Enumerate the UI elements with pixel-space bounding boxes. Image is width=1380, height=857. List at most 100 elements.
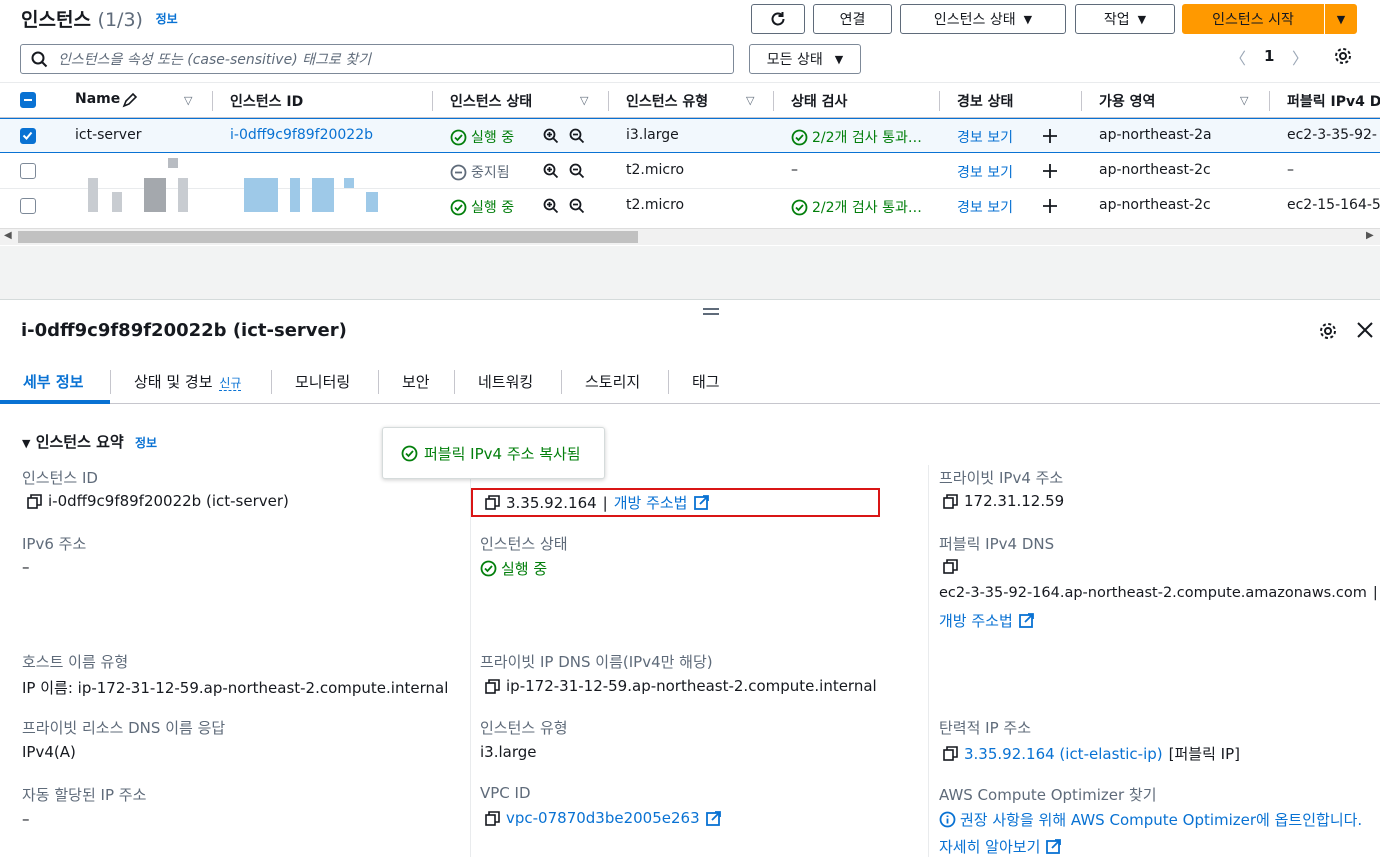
add-alarm-icon[interactable] (1042, 128, 1058, 144)
vpc-link[interactable]: vpc-07870d3be2005e263 (506, 809, 700, 827)
copy-icon[interactable] (943, 493, 958, 509)
column-divider[interactable] (773, 91, 774, 111)
edit-icon[interactable] (122, 92, 138, 108)
private-ip-text: 172.31.12.59 (964, 492, 1065, 510)
prev-page-icon[interactable]: 〈 (1230, 45, 1246, 69)
connect-label: 연결 (839, 12, 866, 28)
copy-icon[interactable] (485, 495, 500, 510)
copy-icon[interactable] (485, 810, 500, 826)
copy-icon[interactable] (943, 559, 958, 574)
sort-icon[interactable]: ▽ (184, 94, 192, 107)
tab-tags[interactable]: 태그 (692, 371, 720, 392)
tab-networking[interactable]: 네트워킹 (478, 371, 533, 392)
horizontal-scrollbar[interactable]: ◀ ▶ (0, 228, 1380, 245)
instance-type-value: i3.large (480, 743, 537, 761)
launch-instance-button[interactable]: 인스턴스 시작 (1182, 4, 1324, 34)
row-alarm-link[interactable]: 경보 보기 (957, 162, 1013, 182)
active-tab-indicator (0, 400, 110, 404)
close-icon[interactable] (1356, 321, 1374, 339)
col-instance-type[interactable]: 인스턴스 유형 (626, 91, 708, 111)
zoom-out-icon[interactable] (569, 163, 585, 179)
tab-details[interactable]: 세부 정보 (23, 371, 83, 392)
column-divider[interactable] (212, 91, 213, 111)
external-link-icon[interactable] (705, 810, 721, 826)
connect-button[interactable]: 연결 (813, 4, 892, 34)
zoom-out-icon[interactable] (569, 198, 585, 214)
actions-button[interactable]: 작업 ▼ (1075, 4, 1175, 34)
row-checkbox[interactable] (20, 198, 36, 214)
refresh-button[interactable] (751, 4, 805, 34)
elastic-ip-link[interactable]: 3.35.92.164 (ict-elastic-ip) (964, 745, 1163, 763)
scrollbar-thumb[interactable] (18, 231, 638, 243)
column-divider[interactable] (608, 91, 609, 111)
private-dns-text: ip-172-31-12-59.ap-northeast-2.compute.i… (506, 677, 877, 695)
gear-icon[interactable] (1333, 46, 1353, 66)
sort-icon[interactable]: ▽ (746, 94, 754, 107)
col-availability-zone[interactable]: 가용 영역 (1099, 91, 1155, 111)
copy-icon[interactable] (27, 493, 42, 509)
public-dns-text: ec2-3-35-92-164.ap-northeast-2.compute.a… (939, 585, 1367, 601)
tab-monitoring[interactable]: 모니터링 (295, 371, 350, 392)
column-divider[interactable] (432, 91, 433, 111)
external-link-icon[interactable] (693, 495, 709, 510)
row-alarm-link[interactable]: 경보 보기 (957, 197, 1013, 217)
caret-down-icon: ▼ (1137, 12, 1147, 26)
copy-icon[interactable] (485, 678, 500, 694)
select-all-checkbox[interactable] (20, 92, 36, 108)
col-public-dns[interactable]: 퍼블릭 IPv4 D (1287, 91, 1380, 111)
zoom-in-icon[interactable] (543, 198, 559, 214)
row-dns: – (1287, 162, 1294, 178)
instance-state-label: 인스턴스 상태 (933, 12, 1016, 28)
row-dns: ec2-3-35-92- (1287, 127, 1377, 143)
section-header[interactable]: ▼ 인스턴스 요약 정보 (22, 431, 157, 452)
search-icon (31, 51, 48, 67)
table-row[interactable]: ict-server i-0dff9c9f89f20022b 실행 중 i3.l… (0, 118, 1380, 153)
column-divider[interactable] (1269, 91, 1270, 111)
external-link-icon[interactable] (1018, 613, 1034, 628)
external-link-icon[interactable] (1046, 839, 1062, 854)
add-alarm-icon[interactable] (1042, 163, 1058, 179)
zoom-in-icon[interactable] (543, 163, 559, 179)
search-input[interactable]: 인스턴스을 속성 또는 (case-sensitive) 태그로 찾기 (20, 44, 734, 74)
instance-state-value: 실행 중 (480, 558, 547, 579)
row-type: t2.micro (626, 162, 685, 178)
resize-handle[interactable] (703, 308, 719, 315)
instance-state-button[interactable]: 인스턴스 상태 ▼ (900, 4, 1066, 34)
col-status-check[interactable]: 상태 검사 (791, 91, 847, 111)
table-row[interactable]: 실행 중 t2.micro 2/2개 검사 통과… 경보 보기 ap-north… (0, 189, 1380, 224)
row-checkbox[interactable] (20, 128, 36, 144)
row-state: 실행 중 (450, 127, 514, 147)
zoom-out-icon[interactable] (569, 128, 585, 144)
row-alarm-link[interactable]: 경보 보기 (957, 127, 1013, 147)
add-alarm-icon[interactable] (1042, 198, 1058, 214)
sort-icon[interactable]: ▽ (1240, 94, 1248, 107)
tab-status-alarms[interactable]: 상태 및 경보 신규 (134, 371, 242, 392)
next-page-icon[interactable]: 〉 (1292, 45, 1308, 69)
row-instance-id-link[interactable]: i-0dff9c9f89f20022b (230, 127, 373, 143)
state-filter-select[interactable]: 모든 상태 ▼ (749, 44, 861, 74)
launch-dropdown-button[interactable]: ▼ (1325, 4, 1357, 34)
copy-icon[interactable] (943, 746, 958, 761)
scroll-right-icon[interactable]: ▶ (1366, 230, 1374, 241)
ipv6-label: IPv6 주소 (22, 535, 87, 553)
sort-icon[interactable]: ▽ (580, 94, 588, 107)
zoom-in-icon[interactable] (543, 128, 559, 144)
instance-state-text: 실행 중 (501, 560, 548, 578)
info-link[interactable]: 정보 (156, 12, 178, 26)
col-name[interactable]: Name (75, 91, 120, 107)
column-divider[interactable] (939, 91, 940, 111)
learn-more-link[interactable]: 자세히 알아보기 (939, 836, 1040, 857)
col-alarm-status[interactable]: 경보 상태 (957, 91, 1013, 111)
tab-security[interactable]: 보안 (402, 371, 430, 392)
info-link[interactable]: 정보 (135, 436, 157, 450)
col-instance-state[interactable]: 인스턴스 상태 (450, 91, 532, 111)
column-divider[interactable] (1081, 91, 1082, 111)
col-instance-id[interactable]: 인스턴스 ID (230, 91, 303, 111)
tab-storage[interactable]: 스토리지 (585, 371, 640, 392)
scroll-left-icon[interactable]: ◀ (4, 230, 12, 241)
public-dns-open-link[interactable]: 개방 주소법 (939, 610, 1013, 631)
gear-icon[interactable] (1318, 321, 1338, 341)
page-number[interactable]: 1 (1264, 47, 1274, 65)
open-address-link[interactable]: 개방 주소법 (614, 492, 688, 513)
optimizer-link[interactable]: 권장 사항을 위해 AWS Compute Optimizer에 옵트인합니다. (960, 809, 1362, 830)
